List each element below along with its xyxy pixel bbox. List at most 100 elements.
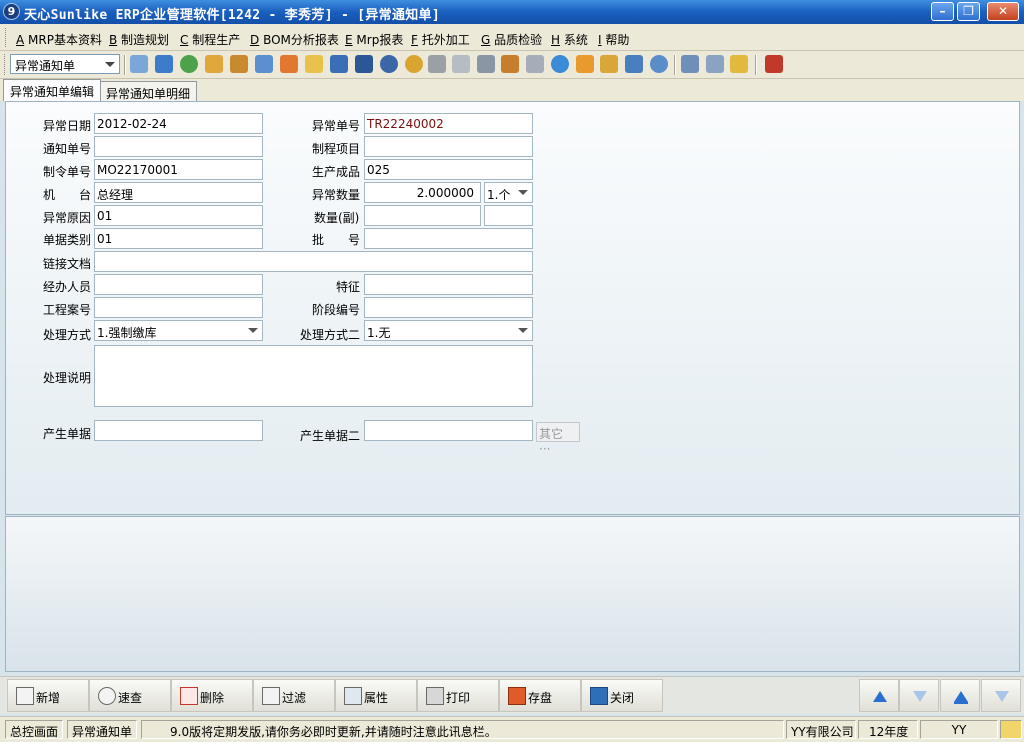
close-tab-icon[interactable] xyxy=(706,55,724,73)
users-icon[interactable] xyxy=(280,55,298,73)
reason-field[interactable]: 01 xyxy=(94,205,263,226)
mail-icon[interactable] xyxy=(305,55,323,73)
document-icon[interactable] xyxy=(452,55,470,73)
exit-icon[interactable] xyxy=(765,55,783,73)
reason-label: 异常原因 xyxy=(43,211,92,225)
nav-first-button[interactable] xyxy=(940,679,980,712)
exception-no-field[interactable]: TR22240002 xyxy=(364,113,533,134)
exception-qty-label: 异常数量 xyxy=(312,188,361,202)
unit-dropdown[interactable]: 1.个 xyxy=(484,182,533,203)
menu-outsourcing[interactable]: F 托外加工 xyxy=(411,31,470,48)
notice-no-field[interactable] xyxy=(94,136,263,157)
close-button[interactable]: 关闭 xyxy=(581,679,663,712)
nav-next-button[interactable] xyxy=(899,679,939,712)
menu-help[interactable]: I 帮助 xyxy=(598,31,629,48)
window-icon[interactable] xyxy=(681,55,699,73)
status-current-tab[interactable]: 异常通知单 xyxy=(67,720,137,739)
generated-doc2-field[interactable] xyxy=(364,420,533,441)
refresh-icon[interactable] xyxy=(650,55,668,73)
quick-search-button[interactable]: 速查 xyxy=(89,679,171,712)
check-icon[interactable] xyxy=(551,55,569,73)
print-button[interactable]: 打印 xyxy=(417,679,499,712)
doc-type-field[interactable]: 01 xyxy=(94,228,263,249)
display-icon[interactable] xyxy=(625,55,643,73)
exception-qty-field[interactable]: 2.000000 xyxy=(364,182,481,203)
arrow-down-icon xyxy=(913,691,927,702)
filter-icon xyxy=(262,687,280,705)
menu-production[interactable]: C 制程生产 xyxy=(180,31,240,48)
book-icon[interactable] xyxy=(330,55,348,73)
menu-mrp-report[interactable]: E Mrp报表 xyxy=(345,31,403,48)
cascade-icon[interactable] xyxy=(730,55,748,73)
stage-no-field[interactable] xyxy=(364,297,533,318)
handling-method-label: 处理方式 xyxy=(43,328,92,342)
monitor-icon[interactable] xyxy=(155,55,173,73)
secondary-unit-field[interactable] xyxy=(484,205,533,226)
printer-icon xyxy=(426,687,444,705)
mo-no-field[interactable]: MO22170001 xyxy=(94,159,263,180)
properties-button[interactable]: 属性 xyxy=(335,679,417,712)
form-selector-dropdown[interactable]: 异常通知单 xyxy=(10,54,120,74)
project-no-label: 工程案号 xyxy=(43,303,92,317)
help-icon[interactable] xyxy=(380,55,398,73)
tab-edit[interactable]: 异常通知单编辑 xyxy=(3,79,102,101)
product-field[interactable]: 025 xyxy=(364,159,533,180)
batch-no-field[interactable] xyxy=(364,228,533,249)
process-item-field[interactable] xyxy=(364,136,533,157)
mail-icon[interactable] xyxy=(1000,720,1022,739)
filter-button[interactable]: 过滤 xyxy=(253,679,335,712)
description-textarea[interactable] xyxy=(94,345,533,407)
home-icon[interactable] xyxy=(255,55,273,73)
handling-method-dropdown[interactable]: 1.强制缴库 xyxy=(94,320,263,341)
handler-field[interactable] xyxy=(94,274,263,295)
notice-no-label: 通知单号 xyxy=(43,142,92,156)
toolbar-grip[interactable] xyxy=(4,54,7,75)
status-year: 12年度 xyxy=(858,720,918,739)
secondary-qty-label: 数量(副) xyxy=(314,211,360,225)
delete-button[interactable]: 删除 xyxy=(171,679,253,712)
archive-icon[interactable] xyxy=(501,55,519,73)
dollar-icon[interactable] xyxy=(405,55,423,73)
handler-label: 经办人员 xyxy=(43,280,92,294)
status-home-tab[interactable]: 总控画面 xyxy=(5,720,63,739)
copy-icon[interactable] xyxy=(526,55,544,73)
machine-label: 机 台 xyxy=(43,188,92,202)
minimize-button[interactable]: – xyxy=(931,2,954,21)
tab-detail[interactable]: 异常通知单明细 xyxy=(99,81,198,101)
date-field[interactable]: 2012-02-24 xyxy=(94,113,263,134)
add-button[interactable]: 新增 xyxy=(7,679,89,712)
batch-no-label: 批 号 xyxy=(312,233,361,247)
restore-button[interactable]: ❐ xyxy=(957,2,980,21)
calculator-icon[interactable] xyxy=(477,55,495,73)
menu-grip[interactable] xyxy=(5,28,8,47)
feature-field[interactable] xyxy=(364,274,533,295)
phone-icon[interactable] xyxy=(180,55,198,73)
close-window-button[interactable]: ✕ xyxy=(987,2,1019,21)
handling-method2-dropdown[interactable]: 1.无 xyxy=(364,320,533,341)
generated-doc-label: 产生单据 xyxy=(43,427,92,441)
machine-field[interactable]: 总经理 xyxy=(94,182,263,203)
menu-quality[interactable]: G 品质检验 xyxy=(481,31,542,48)
menu-bom-report[interactable]: D BOM分析报表 xyxy=(250,31,339,48)
other-button[interactable]: 其它 ··· xyxy=(536,422,580,456)
link-doc-field[interactable] xyxy=(94,251,533,272)
save-button[interactable]: 存盘 xyxy=(499,679,581,712)
status-user: YY xyxy=(920,720,998,739)
nav-last-button[interactable] xyxy=(981,679,1021,712)
menu-system[interactable]: H 系统 xyxy=(551,31,588,48)
menu-mrp-basic[interactable]: A MRP基本资料 xyxy=(16,31,102,48)
hierarchy-icon[interactable] xyxy=(600,55,618,73)
secondary-qty-field[interactable] xyxy=(364,205,481,226)
user-help-icon[interactable] xyxy=(205,55,223,73)
bell-icon[interactable] xyxy=(576,55,594,73)
project-no-field[interactable] xyxy=(94,297,263,318)
cart-icon[interactable] xyxy=(428,55,446,73)
menu-planning[interactable]: B 制造规划 xyxy=(109,31,169,48)
briefcase-icon[interactable] xyxy=(230,55,248,73)
nav-previous-button[interactable] xyxy=(859,679,899,712)
save-icon xyxy=(508,687,526,705)
generated-doc-field[interactable] xyxy=(94,420,263,441)
add-icon xyxy=(16,687,34,705)
tree-icon[interactable] xyxy=(130,55,148,73)
key-icon[interactable] xyxy=(355,55,373,73)
